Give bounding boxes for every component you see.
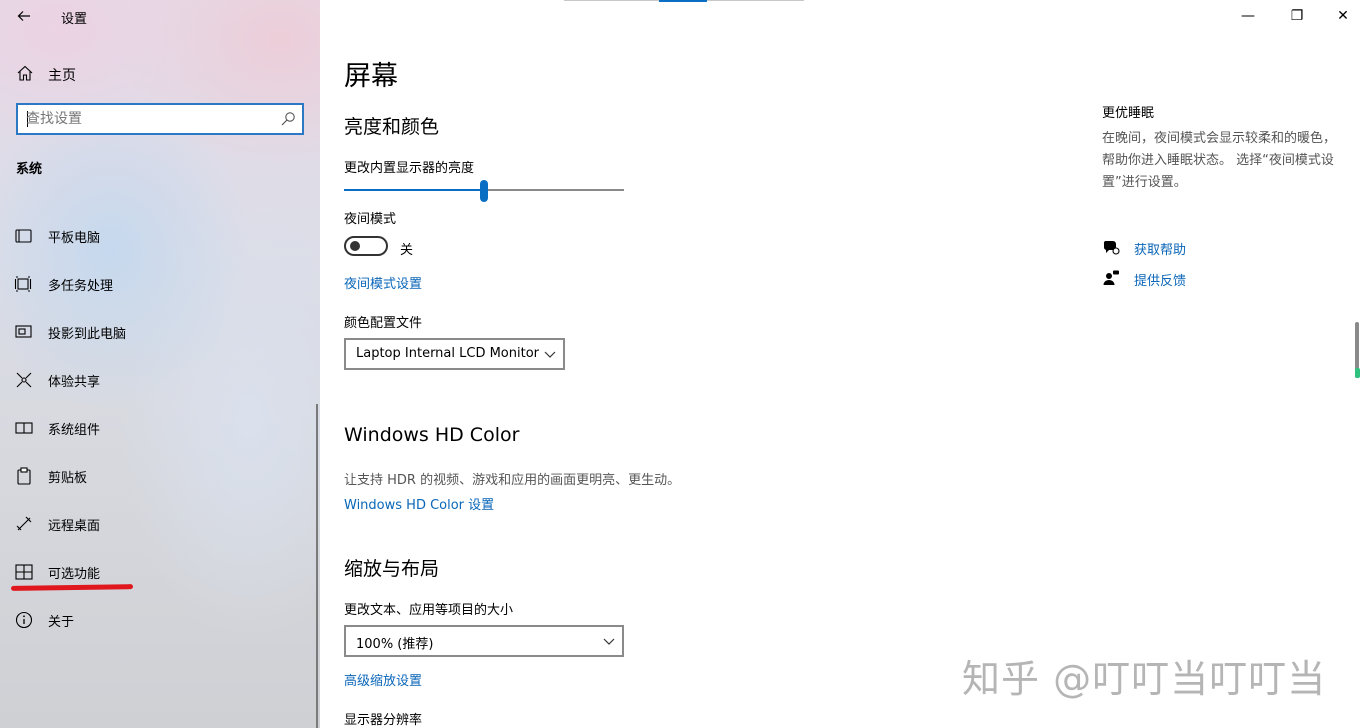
section-heading-hd-color: Windows HD Color	[344, 424, 520, 446]
color-profile-label: 颜色配置文件	[344, 316, 423, 331]
give-feedback-link[interactable]: 提供反馈	[1102, 267, 1262, 289]
sidebar-item-multitask[interactable]: 多任务处理	[0, 266, 316, 302]
feedback-person-icon	[1103, 270, 1119, 285]
page-title: 屏幕	[344, 61, 398, 92]
night-mode-toggle[interactable]	[344, 236, 388, 256]
sidebar-item-label: 投影到此电脑	[48, 327, 127, 342]
sidebar-item-components[interactable]: 系统组件	[0, 410, 316, 446]
get-help-label: 获取帮助	[1134, 243, 1187, 258]
sidebar-item-label: 多任务处理	[48, 279, 114, 294]
search-box[interactable]	[16, 103, 304, 135]
scale-select[interactable]: 100% (推荐)	[344, 625, 624, 657]
arrow-left-icon	[17, 11, 30, 21]
search-input[interactable]	[26, 110, 274, 128]
sidebar-item-share[interactable]: 体验共享	[0, 362, 316, 398]
optional-features-icon	[15, 564, 33, 580]
section-label: 系统	[16, 162, 43, 177]
search-icon[interactable]	[280, 111, 296, 127]
color-profile-select[interactable]: Laptop Internal LCD Monitor	[344, 338, 565, 370]
related-title: 更优睡眠	[1102, 106, 1155, 121]
close-button[interactable]: ✕	[1332, 6, 1354, 26]
sidebar-item-label: 系统组件	[48, 423, 101, 438]
project-icon	[15, 325, 32, 338]
size-label: 更改文本、应用等项目的大小	[344, 603, 514, 618]
components-icon	[15, 422, 33, 434]
sidebar-item-remote-desktop[interactable]: 远程桌面	[0, 506, 316, 542]
sidebar: 设置 主页 系统 平板电脑 多任务处理 投影到	[0, 0, 320, 728]
sidebar-item-clipboard[interactable]: 剪贴板	[0, 458, 316, 494]
remote-desktop-icon	[16, 516, 32, 531]
hd-color-settings-link[interactable]: Windows HD Color 设置	[344, 494, 494, 513]
share-icon	[16, 372, 32, 388]
minimize-button[interactable]: —	[1237, 6, 1259, 26]
section-heading-scale: 缩放与布局	[344, 558, 440, 580]
slider-fill	[344, 189, 484, 191]
sidebar-item-project[interactable]: 投影到此电脑	[0, 314, 316, 350]
sidebar-item-label: 关于	[48, 615, 75, 630]
app-title: 设置	[61, 12, 88, 27]
advanced-scaling-link[interactable]: 高级缩放设置	[344, 670, 422, 689]
night-mode-settings-link[interactable]: 夜间模式设置	[344, 273, 422, 292]
sidebar-item-about[interactable]: 关于	[0, 602, 316, 638]
back-button[interactable]	[12, 5, 36, 27]
related-description: 在晚间，夜间模式会显示较柔和的暖色，帮助你进入睡眠状态。 选择“夜间模式设置”进…	[1102, 131, 1337, 190]
give-feedback-label: 提供反馈	[1134, 274, 1187, 289]
toggle-knob	[350, 241, 360, 251]
slider-thumb[interactable]	[480, 180, 488, 202]
select-value: 100% (推荐)	[356, 637, 434, 652]
chevron-down-icon	[544, 351, 556, 358]
resolution-label: 显示器分辨率	[344, 713, 423, 728]
clipboard-icon	[17, 467, 31, 485]
sidebar-item-label: 远程桌面	[48, 519, 101, 534]
watermark: 知乎 @叮叮当叮叮当	[962, 657, 1327, 701]
night-mode-label: 夜间模式	[344, 212, 397, 227]
brightness-label: 更改内置显示器的亮度	[344, 161, 475, 176]
sidebar-item-label: 平板电脑	[48, 231, 101, 246]
home-icon	[17, 65, 33, 81]
brightness-slider[interactable]	[344, 180, 624, 202]
night-mode-state: 关	[400, 243, 414, 258]
sidebar-item-label: 可选功能	[48, 567, 101, 582]
info-icon	[15, 611, 33, 629]
sidebar-item-label: 剪贴板	[48, 471, 88, 486]
section-heading-brightness: 亮度和颜色	[344, 116, 440, 138]
main-content: — ❐ ✕ 屏幕 亮度和颜色 更改内置显示器的亮度 夜间模式 关 夜间模式设置 …	[320, 0, 1366, 728]
hd-color-description: 让支持 HDR 的视频、游戏和应用的画面更明亮、更生动。	[344, 473, 681, 488]
top-edge-accent	[659, 0, 707, 2]
get-help-link[interactable]: 获取帮助	[1102, 236, 1262, 258]
content-scrollbar-tip	[1355, 368, 1360, 378]
restore-button[interactable]: ❐	[1286, 6, 1308, 26]
chevron-down-icon	[603, 638, 615, 645]
help-chat-icon	[1103, 241, 1120, 255]
sidebar-item-tablet[interactable]: 平板电脑	[0, 218, 316, 254]
title-bar: 设置	[0, 0, 320, 32]
sidebar-scrollbar[interactable]	[316, 404, 318, 728]
sidebar-item-home[interactable]: 主页	[0, 58, 320, 88]
sidebar-item-label: 体验共享	[48, 375, 101, 390]
select-value: Laptop Internal LCD Monitor	[356, 346, 540, 361]
sidebar-item-label: 主页	[48, 68, 76, 84]
multitask-icon	[14, 276, 32, 292]
tablet-icon	[15, 229, 32, 243]
